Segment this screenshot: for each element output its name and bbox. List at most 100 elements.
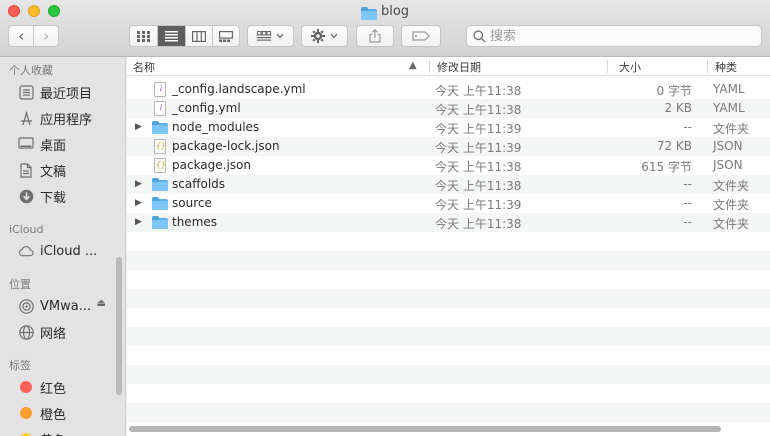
search-input[interactable] <box>490 28 750 44</box>
desktop-icon <box>18 136 34 152</box>
list-view-button[interactable] <box>157 26 185 46</box>
sidebar-item-label: 网络 <box>40 326 67 342</box>
back-button[interactable]: ‹ <box>9 26 33 46</box>
file-date: 今天 上午11:39 <box>435 141 522 155</box>
network-icon <box>18 324 34 340</box>
sidebar-item-label: VMwa... <box>40 298 92 314</box>
file-name: package-lock.json <box>172 139 280 153</box>
file-name: scaffolds <box>172 177 226 191</box>
file-size: -- <box>683 196 692 210</box>
sidebar-item-network[interactable]: 网络 <box>0 320 118 344</box>
chevron-down-icon <box>276 33 284 39</box>
file-size: 615 字节 <box>641 160 692 174</box>
share-button[interactable] <box>356 25 394 47</box>
disclosure-triangle-icon[interactable]: ▶ <box>135 217 142 227</box>
file-name: source <box>172 196 212 210</box>
file-kind: YAML <box>713 82 745 96</box>
file-kind: JSON <box>713 158 743 172</box>
sidebar-heading-locations: 位置 <box>9 278 31 291</box>
sidebar-item-label: 橙色 <box>40 407 67 423</box>
file-size: -- <box>683 120 692 134</box>
sidebar-item-label: iCloud ... <box>40 243 98 259</box>
chevron-down-icon <box>330 33 338 39</box>
tag-icon <box>412 31 430 41</box>
sidebar-item-recents[interactable]: 最近项目 <box>0 80 118 104</box>
sidebar-scrollbar[interactable] <box>116 257 122 395</box>
column-header-label: 修改日期 <box>437 60 481 74</box>
file-kind: YAML <box>713 101 745 115</box>
red-tag-dot-icon <box>20 381 32 393</box>
disclosure-triangle-icon[interactable]: ▶ <box>135 179 142 189</box>
gear-icon <box>311 29 325 43</box>
column-view-button[interactable] <box>184 26 212 46</box>
sidebar-item-tag-yellow[interactable]: 黄色 <box>0 427 118 436</box>
disclosure-triangle-icon[interactable]: ▶ <box>135 122 142 132</box>
sidebar-item-downloads[interactable]: 下载 <box>0 184 118 208</box>
sidebar-heading-icloud: iCloud <box>9 223 44 236</box>
table-row[interactable]: {} package-lock.json 今天 上午11:39 72 KB JS… <box>127 137 770 156</box>
sidebar-item-vmware-disk[interactable]: VMwa... ⏏ <box>0 294 118 318</box>
sidebar-item-icloud-drive[interactable]: iCloud ... <box>0 239 118 263</box>
file-date: 今天 上午11:39 <box>435 122 522 136</box>
column-view-icon <box>191 30 206 42</box>
table-row[interactable]: {} package.json 今天 上午11:38 615 字节 JSON <box>127 156 770 175</box>
action-menu-button[interactable] <box>301 25 348 47</box>
yaml-file-icon: i <box>152 101 168 116</box>
column-header: 名称 ▲ 修改日期 大小 种类 <box>127 57 770 76</box>
sidebar-item-applications[interactable]: 应用程序 <box>0 106 118 130</box>
finder-window: blog ‹ › 搜索 个人收藏 最近项目 应用程序 桌面 文稿 下载 iClo… <box>0 0 770 436</box>
applications-icon <box>18 110 34 126</box>
gallery-view-icon <box>218 30 233 42</box>
horizontal-scrollbar[interactable] <box>129 426 721 432</box>
column-date-header[interactable]: 修改日期 <box>437 57 481 76</box>
sidebar-item-desktop[interactable]: 桌面 <box>0 132 118 156</box>
empty-row-stripes <box>127 232 770 422</box>
folder-icon <box>152 177 168 192</box>
file-name: _config.yml <box>172 101 241 115</box>
table-row[interactable]: ▶ source 今天 上午11:39 -- 文件夹 <box>127 194 770 213</box>
folder-icon <box>152 215 168 230</box>
json-file-icon: {} <box>152 158 168 173</box>
file-size: 0 字节 <box>656 84 692 98</box>
sidebar-item-label: 最近项目 <box>40 86 93 102</box>
group-by-button[interactable] <box>247 25 294 47</box>
chevron-left-icon: ‹ <box>18 27 25 45</box>
file-kind: 文件夹 <box>713 179 750 193</box>
chevron-right-icon: › <box>43 27 50 45</box>
table-row[interactable]: ▶ themes 今天 上午11:38 -- 文件夹 <box>127 213 770 232</box>
yaml-file-icon: i <box>152 82 168 97</box>
icloud-icon <box>18 243 34 259</box>
forward-button[interactable]: › <box>33 26 58 46</box>
file-name: _config.landscape.yml <box>172 82 306 96</box>
file-date: 今天 上午11:38 <box>435 103 522 117</box>
column-size-header[interactable]: 大小 <box>619 57 641 76</box>
list-view-icon <box>164 30 178 41</box>
file-date: 今天 上午11:38 <box>435 84 522 98</box>
column-kind-header[interactable]: 种类 <box>715 57 737 76</box>
table-row[interactable]: ▶ scaffolds 今天 上午11:38 -- 文件夹 <box>127 175 770 194</box>
table-row[interactable]: ▶ node_modules 今天 上午11:39 -- 文件夹 <box>127 118 770 137</box>
edit-tags-button[interactable] <box>401 25 441 47</box>
search-field[interactable] <box>466 25 762 47</box>
disclosure-triangle-icon[interactable]: ▶ <box>135 198 142 208</box>
eject-icon[interactable]: ⏏ <box>97 298 106 309</box>
sidebar-item-label: 文稿 <box>40 164 67 180</box>
sidebar-item-tag-red[interactable]: 红色 <box>0 375 118 399</box>
folder-icon <box>152 196 168 211</box>
sidebar-heading-tags: 标签 <box>9 359 31 372</box>
column-name-header[interactable]: 名称 <box>133 57 155 76</box>
sidebar-item-tag-orange[interactable]: 橙色 <box>0 401 118 425</box>
disk-icon <box>18 298 34 314</box>
sidebar-item-label: 桌面 <box>40 138 67 154</box>
file-date: 今天 上午11:38 <box>435 217 522 231</box>
json-file-icon: {} <box>152 139 168 154</box>
sort-ascending-icon: ▲ <box>409 60 417 71</box>
sidebar-item-documents[interactable]: 文稿 <box>0 158 118 182</box>
file-date: 今天 上午11:38 <box>435 179 522 193</box>
table-row[interactable]: i _config.landscape.yml 今天 上午11:38 0 字节 … <box>127 80 770 99</box>
table-row[interactable]: i _config.yml 今天 上午11:38 2 KB YAML <box>127 99 770 118</box>
gallery-view-button[interactable] <box>211 26 239 46</box>
column-header-label: 名称 <box>133 60 155 74</box>
sidebar-item-label: 下载 <box>40 190 67 206</box>
icon-view-button[interactable] <box>130 26 157 46</box>
